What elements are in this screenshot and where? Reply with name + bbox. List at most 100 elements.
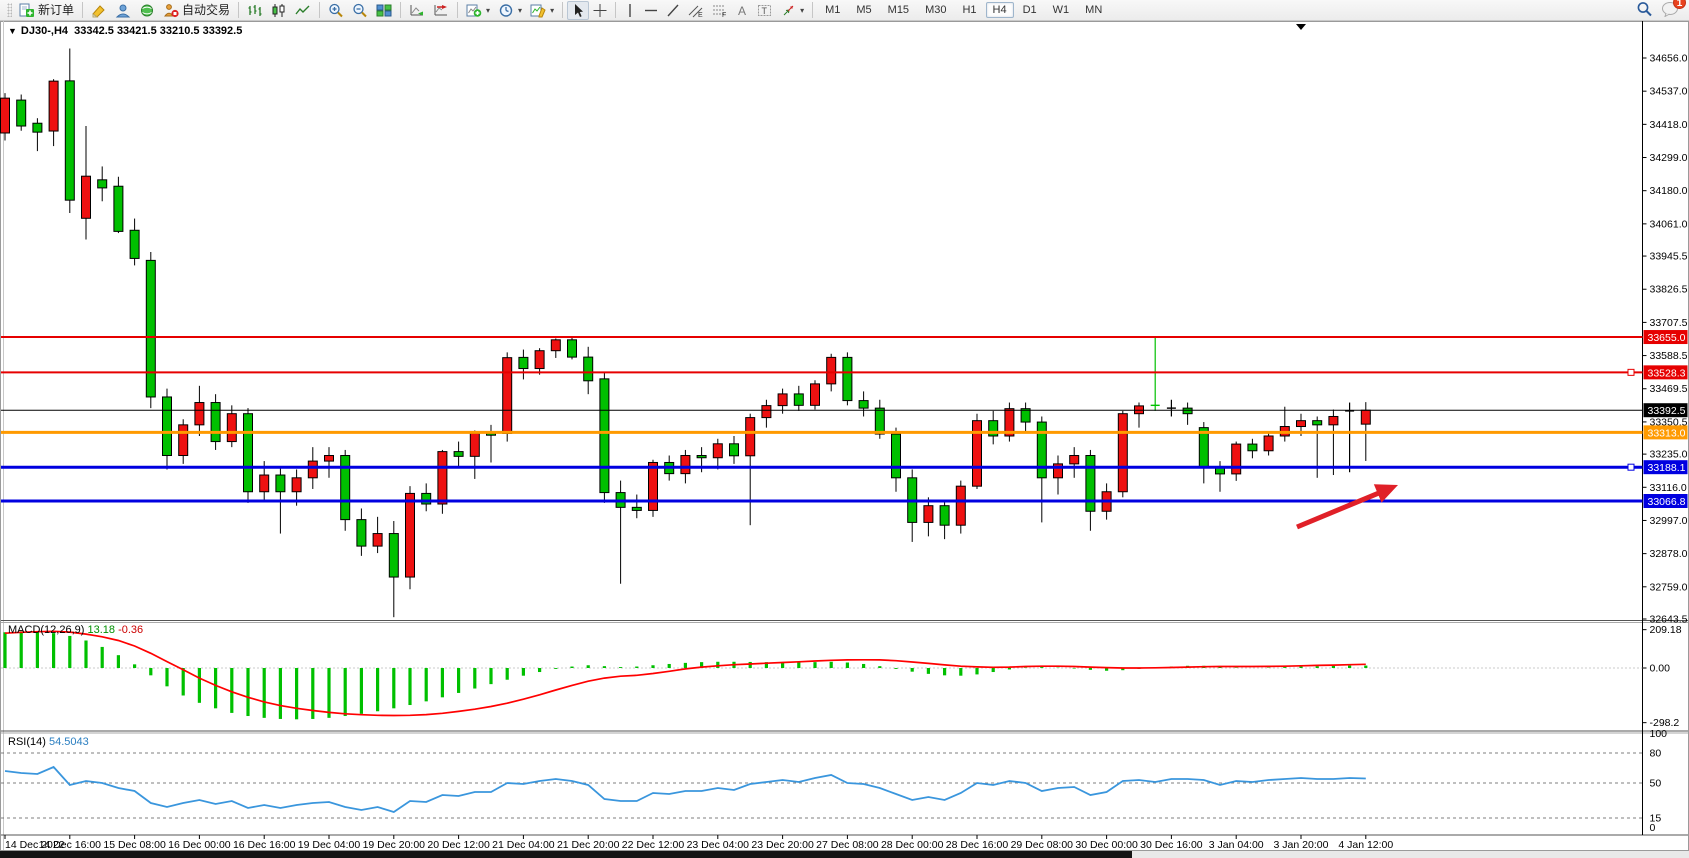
- bear-candle: [892, 434, 901, 478]
- bull-candle: [195, 403, 204, 425]
- collapse-arrow-icon[interactable]: ▼: [8, 26, 17, 36]
- bull-candle: [746, 418, 755, 456]
- bull-candle: [973, 421, 982, 487]
- bear-candle: [33, 123, 42, 132]
- bear-candle: [568, 340, 577, 357]
- bull-candle: [406, 493, 415, 577]
- bear-candle: [389, 534, 398, 577]
- svg-text:0: 0: [1650, 822, 1656, 834]
- bear-candle: [17, 100, 26, 126]
- bear-candle: [1313, 421, 1322, 425]
- bull-candle: [1264, 436, 1273, 451]
- bull-candle: [49, 81, 58, 131]
- bear-candle: [875, 408, 884, 434]
- svg-text:30 Dec 16:00: 30 Dec 16:00: [1140, 839, 1203, 851]
- bear-candle: [859, 401, 868, 409]
- svg-text:3 Jan 20:00: 3 Jan 20:00: [1274, 839, 1329, 851]
- bull-candle: [292, 478, 301, 492]
- svg-text:23 Dec 20:00: 23 Dec 20:00: [751, 839, 814, 851]
- line-handle: [1628, 464, 1634, 470]
- svg-text:33066.8: 33066.8: [1648, 496, 1686, 508]
- bear-candle: [357, 520, 366, 546]
- svg-text:34537.0: 34537.0: [1650, 86, 1688, 98]
- svg-text:19 Dec 04:00: 19 Dec 04:00: [298, 839, 361, 851]
- svg-text:33188.1: 33188.1: [1648, 462, 1686, 474]
- bull-candle: [1070, 456, 1079, 464]
- bull-candle: [649, 462, 658, 510]
- bear-candle: [632, 507, 641, 510]
- chart-area[interactable]: 34656.0 34537.0 34418.0 34299.0 34180.0 34061…: [0, 0, 1689, 858]
- svg-text:27 Dec 08:00: 27 Dec 08:00: [816, 839, 879, 851]
- svg-text:19 Dec 20:00: 19 Dec 20:00: [363, 839, 426, 851]
- svg-text:33588.5: 33588.5: [1650, 350, 1688, 362]
- bear-candle: [341, 456, 350, 520]
- bull-candle: [260, 475, 269, 492]
- svg-text:33655.0: 33655.0: [1648, 332, 1686, 344]
- svg-text:33313.0: 33313.0: [1648, 427, 1686, 439]
- svg-text:33392.5: 33392.5: [1648, 405, 1686, 417]
- bull-candle: [681, 456, 690, 474]
- svg-text:34180.0: 34180.0: [1650, 185, 1688, 197]
- bear-candle: [1037, 422, 1046, 478]
- bear-candle: [1248, 444, 1257, 451]
- svg-text:50: 50: [1650, 778, 1662, 790]
- bull-candle: [551, 340, 560, 351]
- svg-text:33707.5: 33707.5: [1650, 317, 1688, 329]
- bull-candle: [1361, 410, 1370, 424]
- svg-text:23 Dec 04:00: 23 Dec 04:00: [687, 839, 750, 851]
- svg-text:28 Dec 00:00: 28 Dec 00:00: [881, 839, 944, 851]
- svg-text:33116.0: 33116.0: [1650, 482, 1687, 494]
- bear-candle: [454, 452, 463, 457]
- bear-candle: [65, 81, 74, 200]
- bull-candle: [778, 394, 787, 406]
- rsi-label: RSI(14) 54.5043: [8, 736, 89, 748]
- bull-candle: [811, 384, 820, 405]
- svg-text:0.00: 0.00: [1650, 663, 1671, 675]
- svg-text:14 Dec 16:00: 14 Dec 16:00: [39, 839, 102, 851]
- bull-candle: [1297, 421, 1306, 427]
- bear-candle: [584, 357, 593, 381]
- svg-text:32759.0: 32759.0: [1650, 581, 1688, 593]
- bull-candle: [827, 357, 836, 383]
- bull-candle: [325, 456, 334, 462]
- svg-text:80: 80: [1650, 748, 1662, 760]
- bull-candle: [1232, 444, 1241, 474]
- svg-text:209.18: 209.18: [1650, 624, 1682, 636]
- svg-text:21 Dec 20:00: 21 Dec 20:00: [557, 839, 620, 851]
- bull-candle: [713, 444, 722, 458]
- chart-window-title: ▼ DJ30-,H4 33342.5 33421.5 33210.5 33392.…: [8, 25, 242, 37]
- svg-text:15 Dec 08:00: 15 Dec 08:00: [103, 839, 166, 851]
- svg-text:16 Dec 16:00: 16 Dec 16:00: [233, 839, 296, 851]
- svg-text:4 Jan 12:00: 4 Jan 12:00: [1338, 839, 1393, 851]
- svg-text:16 Dec 00:00: 16 Dec 00:00: [168, 839, 231, 851]
- bull-candle: [470, 433, 479, 456]
- line-handle: [1628, 369, 1634, 375]
- svg-text:34061.0: 34061.0: [1650, 218, 1688, 230]
- bear-candle: [940, 506, 949, 526]
- bear-candle: [276, 475, 285, 492]
- bear-candle: [163, 397, 172, 456]
- symbol-period-label: DJ30-,H4: [21, 25, 68, 37]
- svg-text:33235.0: 33235.0: [1650, 449, 1688, 461]
- bear-candle: [794, 394, 803, 405]
- h-scrollbar-thumb[interactable]: [0, 851, 1132, 858]
- svg-text:34299.0: 34299.0: [1650, 152, 1688, 164]
- bear-candle: [1183, 408, 1192, 414]
- svg-text:33469.5: 33469.5: [1650, 383, 1688, 395]
- bull-candle: [1118, 414, 1127, 492]
- svg-text:33826.5: 33826.5: [1650, 284, 1688, 296]
- svg-text:34418.0: 34418.0: [1650, 119, 1688, 131]
- bull-candle: [438, 452, 447, 504]
- bear-candle: [130, 230, 139, 258]
- svg-text:30 Dec 00:00: 30 Dec 00:00: [1075, 839, 1138, 851]
- bear-candle: [244, 414, 253, 492]
- svg-text:34656.0: 34656.0: [1650, 53, 1688, 65]
- ohlc-values: 33342.5 33421.5 33210.5 33392.5: [74, 25, 242, 37]
- bear-candle: [600, 379, 609, 493]
- bear-candle: [843, 357, 852, 400]
- bear-candle: [146, 260, 155, 397]
- svg-text:33528.3: 33528.3: [1648, 367, 1686, 379]
- bull-candle: [535, 351, 544, 369]
- svg-text:20 Dec 12:00: 20 Dec 12:00: [427, 839, 490, 851]
- bull-candle: [82, 176, 91, 218]
